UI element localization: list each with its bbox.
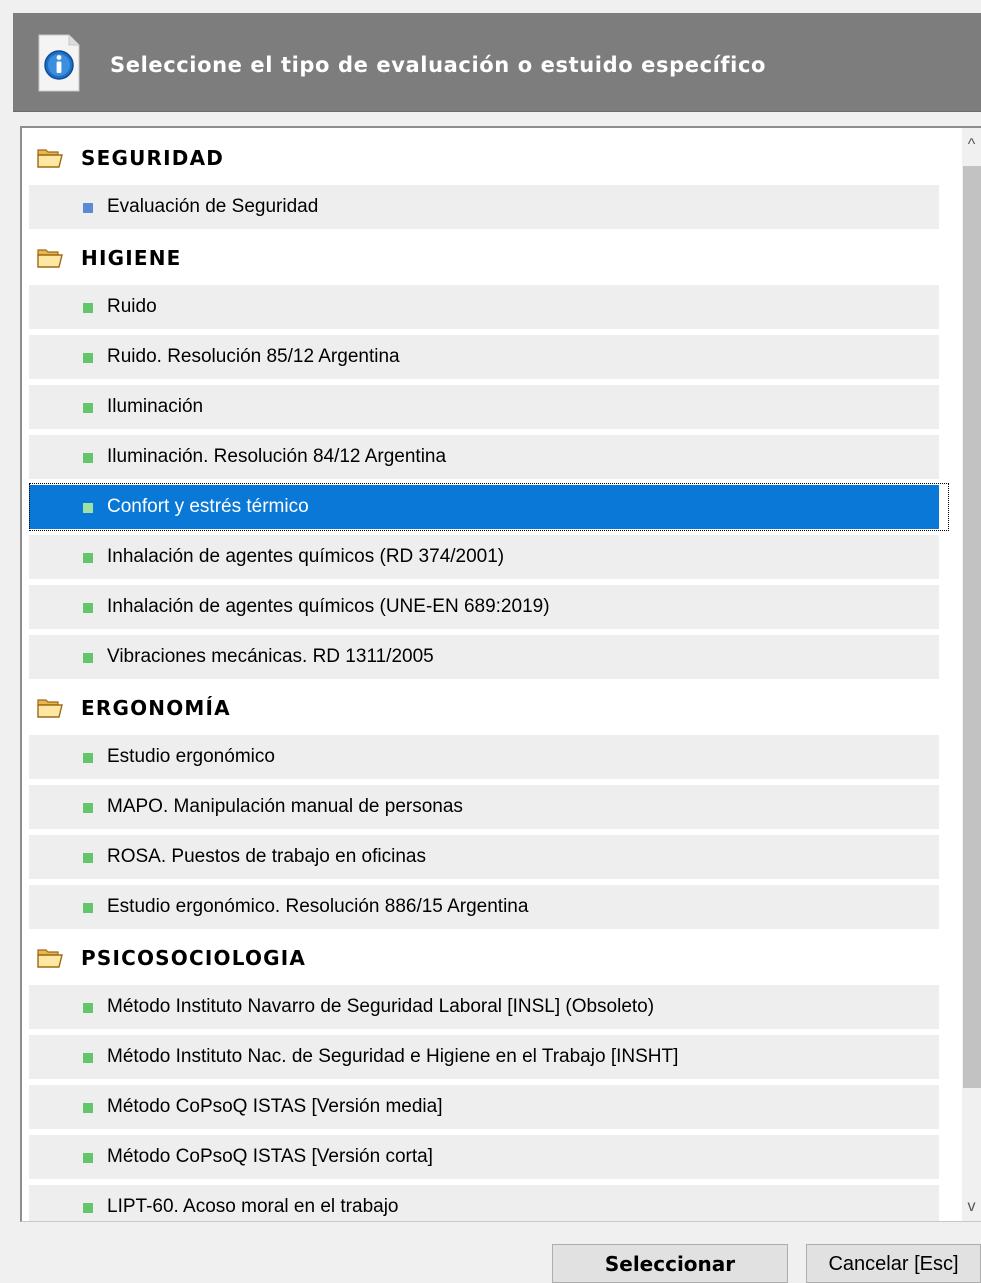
dialog-header: Seleccione el tipo de evaluación o estui… (13, 13, 981, 112)
tree-item-selected[interactable]: Confort y estrés térmico (29, 485, 939, 529)
tree-item[interactable]: LIPT-60. Acoso moral en el trabajo (29, 1185, 939, 1221)
bullet-square-icon (83, 1003, 93, 1013)
bullet-square-icon (83, 403, 93, 413)
tree-item-label: Estudio ergonómico. Resolución 886/15 Ar… (107, 896, 529, 917)
folder-open-icon (37, 249, 63, 268)
tree-group-psicosociologia[interactable]: PSICOSOCIOLOGIA (29, 935, 939, 979)
dialog-title: Seleccione el tipo de evaluación o estui… (110, 53, 767, 77)
cancel-button[interactable]: Cancelar [Esc] (806, 1244, 981, 1283)
tree-item-label: Vibraciones mecánicas. RD 1311/2005 (107, 646, 434, 667)
tree-item[interactable]: Vibraciones mecánicas. RD 1311/2005 (29, 635, 939, 679)
tree-item-label: Iluminación (107, 396, 204, 417)
tree-item[interactable]: ROSA. Puestos de trabajo en oficinas (29, 835, 939, 879)
info-icon (38, 34, 80, 92)
tree-group-label: PSICOSOCIOLOGIA (81, 946, 307, 970)
tree-item-label: Inhalación de agentes químicos (UNE-EN 6… (107, 596, 550, 617)
tree-item-label: ROSA. Puestos de trabajo en oficinas (107, 846, 426, 867)
tree-item[interactable]: Estudio ergonómico (29, 735, 939, 779)
bullet-square-icon (83, 653, 93, 663)
tree-group-higiene[interactable]: HIGIENE (29, 235, 939, 279)
tree-item[interactable]: Ruido. Resolución 85/12 Argentina (29, 335, 939, 379)
bullet-square-icon (83, 903, 93, 913)
tree-group-label: SEGURIDAD (81, 146, 225, 170)
tree-item-label: Estudio ergonómico (107, 746, 275, 767)
scroll-up-arrow-icon[interactable]: ^ (962, 132, 981, 158)
bullet-square-icon (83, 1053, 93, 1063)
bullet-square-icon (83, 503, 93, 513)
bullet-square-icon (83, 853, 93, 863)
evaluation-type-list[interactable]: SEGURIDAD Evaluación de Seguridad HIGIENE R… (20, 126, 981, 1222)
bullet-square-icon (83, 303, 93, 313)
tree-item-label: Método CoPsoQ ISTAS [Versión media] (107, 1096, 443, 1117)
bullet-square-icon (83, 603, 93, 613)
scroll-down-arrow-icon[interactable]: v (962, 1194, 981, 1220)
tree-item[interactable]: Método Instituto Nac. de Seguridad e Hig… (29, 1035, 939, 1079)
bullet-square-icon (83, 1203, 93, 1213)
bullet-square-icon (83, 203, 93, 213)
bullet-square-icon (83, 803, 93, 813)
tree-item-label: Ruido (107, 296, 157, 317)
tree-item-label: Método CoPsoQ ISTAS [Versión corta] (107, 1146, 433, 1167)
bullet-square-icon (83, 753, 93, 763)
tree-group-seguridad[interactable]: SEGURIDAD (29, 135, 939, 179)
tree-item-label: LIPT-60. Acoso moral en el trabajo (107, 1196, 399, 1217)
tree-item-label: Evaluación de Seguridad (107, 196, 319, 217)
vertical-scrollbar[interactable]: ^ v (962, 128, 981, 1221)
tree-item[interactable]: Inhalación de agentes químicos (RD 374/2… (29, 535, 939, 579)
scrollbar-thumb[interactable] (963, 166, 981, 1088)
tree-group-label: ERGONOMÍA (81, 696, 231, 720)
folder-open-icon (37, 949, 63, 968)
tree-item-label: Iluminación. Resolución 84/12 Argentina (107, 446, 447, 467)
select-button[interactable]: Seleccionar (552, 1244, 788, 1283)
tree-item[interactable]: Método CoPsoQ ISTAS [Versión media] (29, 1085, 939, 1129)
tree-item[interactable]: Evaluación de Seguridad (29, 185, 939, 229)
folder-open-icon (37, 149, 63, 168)
tree-item-label: Método Instituto Nac. de Seguridad e Hig… (107, 1046, 679, 1067)
tree-item[interactable]: Iluminación. Resolución 84/12 Argentina (29, 435, 939, 479)
bullet-square-icon (83, 353, 93, 363)
tree-item[interactable]: Estudio ergonómico. Resolución 886/15 Ar… (29, 885, 939, 929)
tree-item[interactable]: Ruido (29, 285, 939, 329)
tree-item[interactable]: Método CoPsoQ ISTAS [Versión corta] (29, 1135, 939, 1179)
tree-item[interactable]: Inhalación de agentes químicos (UNE-EN 6… (29, 585, 939, 629)
bullet-square-icon (83, 1153, 93, 1163)
tree-group-label: HIGIENE (81, 246, 182, 270)
tree-item[interactable]: Iluminación (29, 385, 939, 429)
tree-item-label: Método Instituto Navarro de Seguridad La… (107, 996, 655, 1017)
tree-item-label: Ruido. Resolución 85/12 Argentina (107, 346, 400, 367)
tree-item-label: Confort y estrés térmico (107, 496, 309, 517)
bullet-square-icon (83, 1103, 93, 1113)
tree-item[interactable]: Método Instituto Navarro de Seguridad La… (29, 985, 939, 1029)
bullet-square-icon (83, 453, 93, 463)
tree-group-ergonom-a[interactable]: ERGONOMÍA (29, 685, 939, 729)
tree-item[interactable]: MAPO. Manipulación manual de personas (29, 785, 939, 829)
bullet-square-icon (83, 553, 93, 563)
tree-item-label: MAPO. Manipulación manual de personas (107, 796, 463, 817)
tree-item-label: Inhalación de agentes químicos (RD 374/2… (107, 546, 505, 567)
folder-open-icon (37, 699, 63, 718)
